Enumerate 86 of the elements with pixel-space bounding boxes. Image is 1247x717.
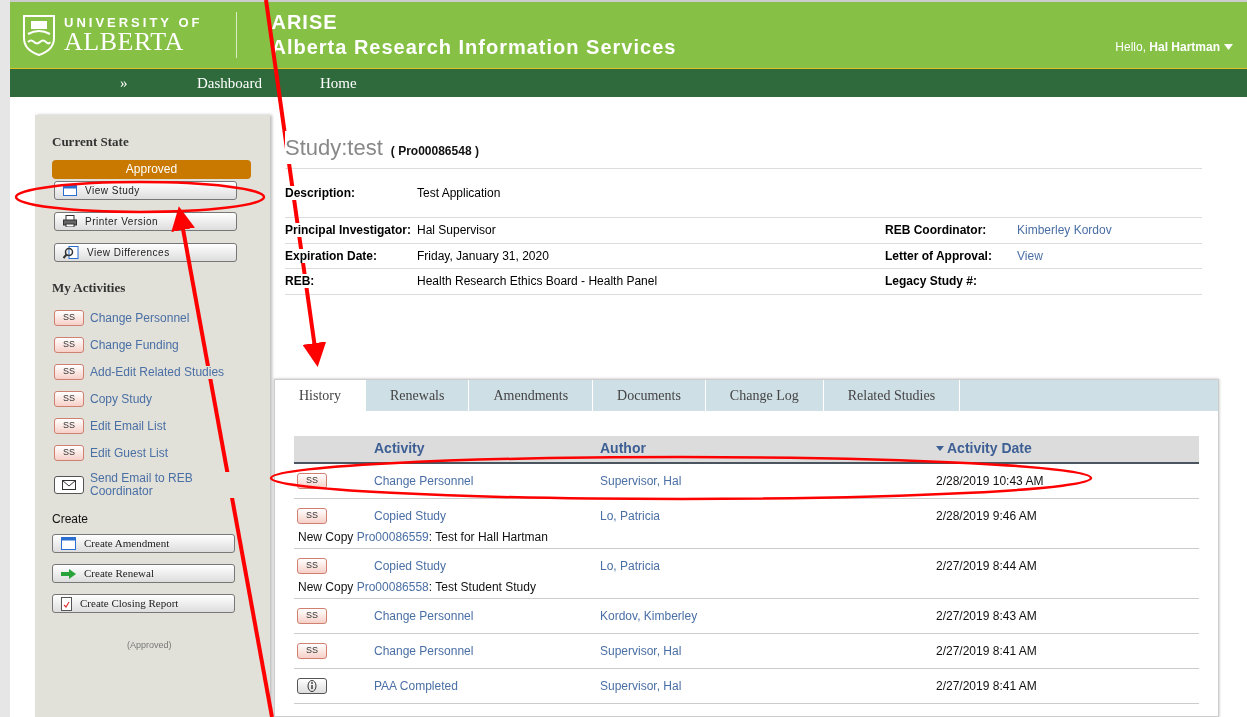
- activity-link[interactable]: Change Personnel: [90, 311, 190, 325]
- column-header[interactable]: Author: [600, 438, 924, 459]
- arrow-icon: [61, 568, 76, 579]
- document-icon: [61, 596, 72, 611]
- ss-badge: SS: [297, 557, 327, 574]
- section-heading: My Activities: [52, 278, 127, 297]
- activity-link[interactable]: Edit Guest List: [90, 446, 169, 460]
- ss-badge: SS: [54, 310, 84, 326]
- state-footer: (Approved): [127, 639, 270, 653]
- field-label: Description:: [285, 186, 355, 200]
- field-link[interactable]: Kimberley Kordov: [1017, 221, 1112, 240]
- section-heading: Create: [52, 511, 90, 528]
- info-icon: [297, 677, 327, 694]
- caret-icon: [1224, 44, 1233, 50]
- field-label: Letter of Approval:: [885, 247, 993, 265]
- activity-link[interactable]: Copy Study: [90, 392, 153, 406]
- note-text: New Copy: [298, 579, 355, 596]
- activity-link[interactable]: Copied Study: [374, 556, 600, 575]
- column-header[interactable]: Activity Date: [936, 438, 1032, 459]
- state-badge: Approved: [52, 159, 251, 179]
- ss-badge: SS: [54, 418, 84, 434]
- sidebar-button[interactable]: Create Closing Report: [52, 594, 235, 613]
- field-link[interactable]: View: [1017, 246, 1043, 265]
- logo-text: UNIVERSITY OF: [64, 15, 203, 29]
- ss-badge: SS: [54, 391, 84, 407]
- ss-badge: SS: [297, 507, 327, 524]
- study-link[interactable]: Pro00086559: [356, 528, 429, 546]
- activity-link[interactable]: PAA Completed: [374, 676, 600, 695]
- activity-date: 2/27/2019 8:43 AM: [936, 607, 1037, 625]
- activity-date: 2/27/2019 8:41 AM: [936, 642, 1037, 660]
- activity-link[interactable]: Change Funding: [90, 338, 179, 352]
- activity-link[interactable]: Change Personnel: [374, 471, 600, 490]
- note-text: New Copy: [298, 529, 355, 546]
- note-text: : Test for Hall Hartman: [428, 529, 548, 546]
- sidebar-button[interactable]: Create Renewal: [52, 564, 235, 583]
- ss-badge: SS: [297, 607, 327, 624]
- study-link[interactable]: Pro00086558: [356, 578, 429, 596]
- author-link[interactable]: Supervisor, Hal: [600, 471, 936, 490]
- activity-link[interactable]: Copied Study: [374, 506, 600, 525]
- activity-link[interactable]: Change Personnel: [374, 606, 600, 625]
- app-subtitle: Alberta Research Information Services: [271, 35, 677, 60]
- printer-icon: [63, 215, 77, 227]
- tab[interactable]: History: [275, 379, 366, 411]
- activity-link[interactable]: Edit Email List: [90, 419, 167, 433]
- nav-link[interactable]: Dashboard: [197, 71, 262, 95]
- column-header[interactable]: Activity: [374, 438, 600, 459]
- author-link[interactable]: Supervisor, Hal: [600, 676, 936, 695]
- field-label: Principal Investigator:: [285, 223, 412, 238]
- note-text: : Test Student Study: [428, 579, 536, 596]
- field-value: Hal Supervisor: [417, 222, 497, 240]
- window-icon: [63, 184, 77, 196]
- crest-icon: [22, 14, 56, 56]
- field-value: Friday, January 31, 2020: [417, 247, 550, 265]
- author-link[interactable]: Lo, Patricia: [600, 506, 936, 525]
- activity-date: 2/28/2019 10:43 AM: [936, 472, 1044, 490]
- ss-badge: SS: [54, 337, 84, 353]
- activity-link[interactable]: Add-Edit Related Studies: [90, 365, 225, 379]
- field-value: Test Application: [417, 185, 501, 202]
- ss-badge: SS: [54, 445, 84, 461]
- activity-link[interactable]: Change Personnel: [374, 641, 600, 660]
- activity-date: 2/27/2019 8:41 AM: [936, 677, 1037, 695]
- field-value: Health Research Ethics Board - Health Panel: [417, 273, 659, 291]
- window-icon: [61, 537, 76, 550]
- field-label: REB:: [285, 274, 315, 289]
- author-link[interactable]: Supervisor, Hal: [600, 641, 936, 660]
- sort-caret-icon: [936, 446, 944, 451]
- section-heading: Current State: [52, 133, 130, 151]
- field-label: Legacy Study #:: [885, 273, 979, 291]
- activity-date: 2/27/2019 8:44 AM: [936, 557, 1037, 575]
- logo-text: ALBERTA: [64, 28, 184, 55]
- study-id: ( Pro00086548 ): [390, 143, 479, 160]
- nav-link[interactable]: Home: [320, 71, 357, 95]
- ss-badge: SS: [54, 364, 84, 380]
- sidebar-button[interactable]: View Differences: [54, 242, 237, 262]
- activity-date: 2/28/2019 9:46 AM: [936, 507, 1037, 525]
- expand-link[interactable]: »: [120, 71, 160, 95]
- field-label: Expiration Date:: [285, 248, 377, 263]
- envelope-icon: [54, 476, 84, 494]
- magnifier-icon: [63, 245, 79, 259]
- study-title: Study:test: [285, 131, 383, 164]
- field-label: REB Coordinator:: [885, 222, 988, 240]
- app-name: ARISE: [271, 10, 339, 35]
- sidebar-button[interactable]: Create Amendment: [52, 534, 235, 553]
- author-link[interactable]: Kordov, Kimberley: [600, 606, 936, 625]
- author-link[interactable]: Lo, Patricia: [600, 556, 936, 575]
- ss-badge: SS: [297, 642, 327, 659]
